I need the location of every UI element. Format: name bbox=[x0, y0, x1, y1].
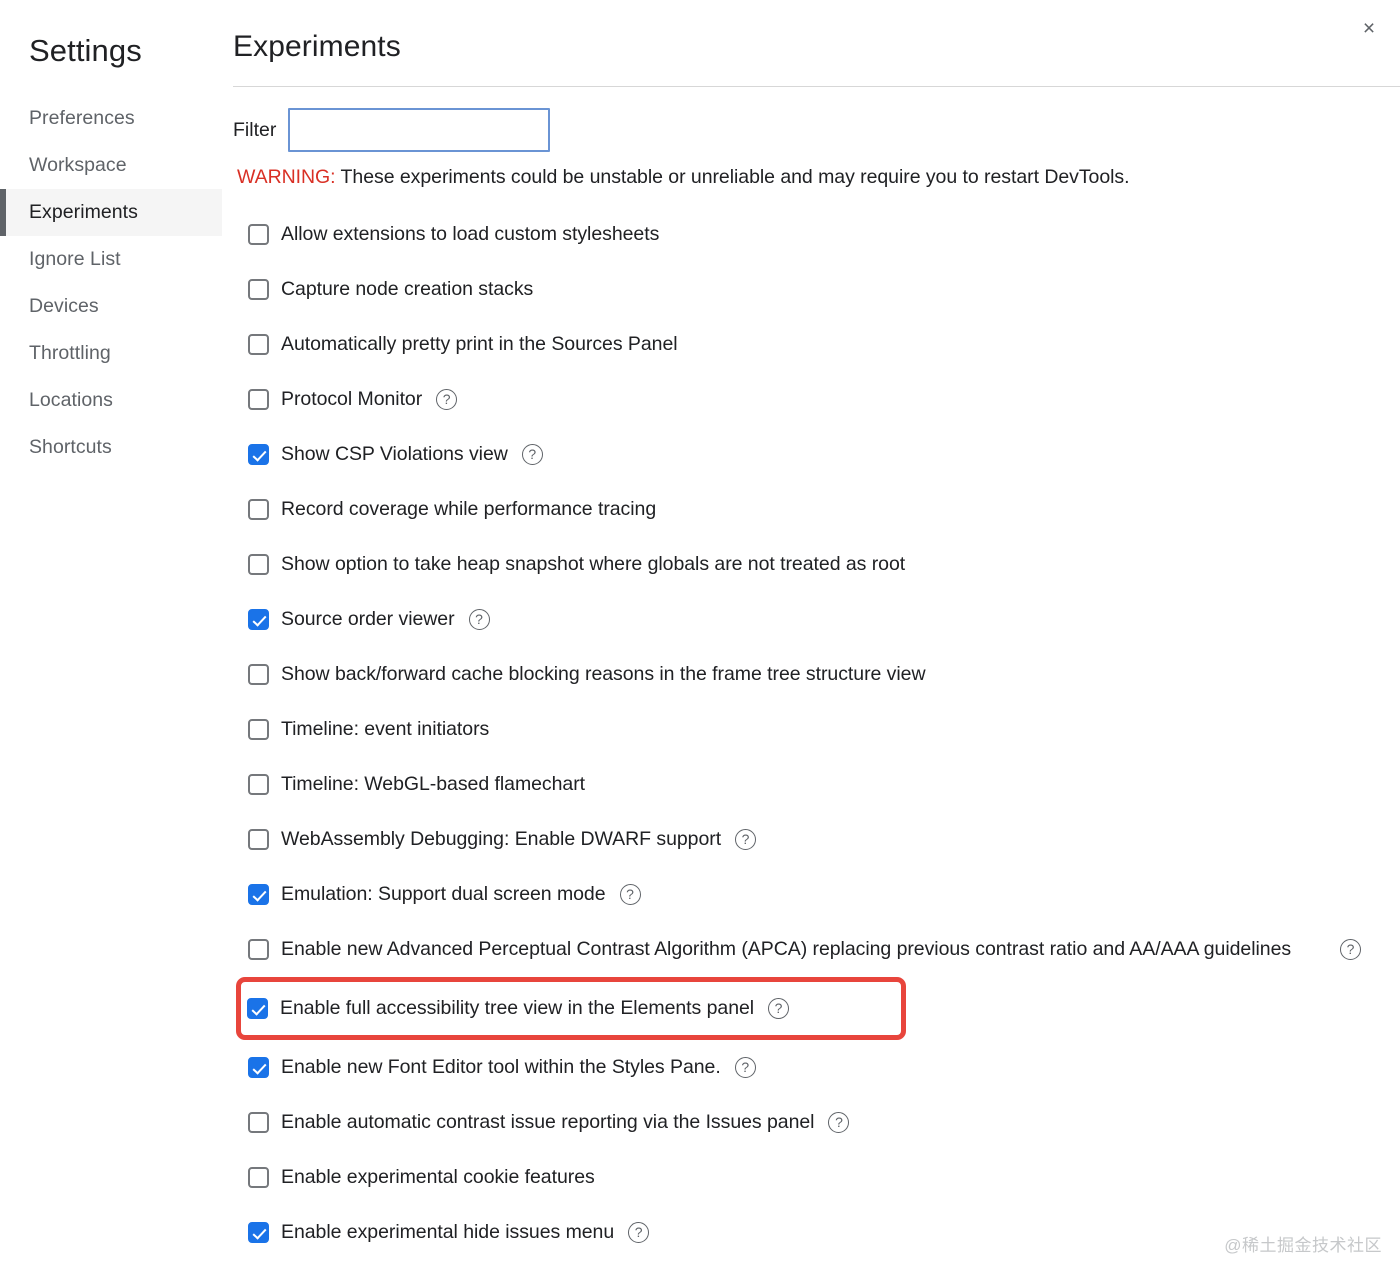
checkbox-unchecked[interactable] bbox=[248, 1112, 269, 1133]
experiment-label: Enable automatic contrast issue reportin… bbox=[281, 1111, 815, 1133]
experiment-row[interactable]: Show back/forward cache blocking reasons… bbox=[237, 647, 1400, 702]
experiment-label: Allow extensions to load custom styleshe… bbox=[281, 223, 660, 245]
experiment-row[interactable]: Enable full accessibility tree view in t… bbox=[236, 977, 906, 1040]
experiment-label: Capture node creation stacks bbox=[281, 278, 534, 300]
sidebar-item-throttling[interactable]: Throttling bbox=[0, 330, 222, 377]
checkbox-unchecked[interactable] bbox=[248, 1167, 269, 1188]
experiment-label: Timeline: WebGL-based flamechart bbox=[281, 773, 586, 795]
warning-label: WARNING: bbox=[237, 166, 336, 188]
sidebar-item-label: Workspace bbox=[29, 154, 127, 176]
experiment-row[interactable]: Enable automatic contrast issue reportin… bbox=[237, 1095, 1400, 1150]
experiment-label: Enable experimental cookie features bbox=[281, 1166, 595, 1188]
settings-sidebar: Settings Preferences Workspace Experiments… bbox=[0, 0, 222, 1280]
sidebar-item-experiments[interactable]: Experiments bbox=[0, 189, 222, 236]
experiment-label: Source order viewer bbox=[281, 608, 455, 630]
sidebar-item-label: Throttling bbox=[29, 342, 111, 364]
checkbox-checked[interactable] bbox=[248, 1057, 269, 1078]
checkbox-unchecked[interactable] bbox=[248, 939, 269, 960]
help-icon[interactable]: ? bbox=[468, 609, 490, 630]
help-icon[interactable]: ? bbox=[521, 444, 543, 465]
sidebar-item-label: Shortcuts bbox=[29, 436, 112, 458]
experiment-row[interactable]: Source order viewer? bbox=[237, 592, 1400, 647]
sidebar-item-label: Devices bbox=[29, 295, 99, 317]
sidebar-item-label: Ignore List bbox=[29, 248, 121, 270]
help-icon[interactable]: ? bbox=[768, 998, 790, 1019]
filter-row: Filter bbox=[233, 108, 1400, 152]
help-icon[interactable]: ? bbox=[1340, 939, 1361, 960]
experiment-label: Show CSP Violations view bbox=[281, 443, 508, 465]
checkbox-unchecked[interactable] bbox=[248, 774, 269, 795]
checkbox-checked[interactable] bbox=[248, 609, 269, 630]
sidebar-item-label: Locations bbox=[29, 389, 113, 411]
experiment-label: Timeline: event initiators bbox=[281, 718, 490, 740]
settings-dialog: × Settings Preferences Workspace Experimen… bbox=[0, 0, 1400, 1280]
sidebar-item-devices[interactable]: Devices bbox=[0, 283, 222, 330]
checkbox-unchecked[interactable] bbox=[248, 389, 269, 410]
main-title: Experiments bbox=[233, 30, 401, 63]
warning-text: WARNING: These experiments could be unst… bbox=[237, 166, 1400, 189]
help-icon[interactable]: ? bbox=[436, 389, 458, 410]
checkbox-unchecked[interactable] bbox=[248, 719, 269, 740]
experiment-label: Enable experimental hide issues menu bbox=[281, 1221, 615, 1243]
sidebar-item-label: Experiments bbox=[29, 201, 138, 223]
experiment-row[interactable]: Timeline: event initiators bbox=[237, 702, 1400, 757]
checkbox-unchecked[interactable] bbox=[248, 829, 269, 850]
experiment-label: Automatically pretty print in the Source… bbox=[281, 333, 678, 355]
header-divider bbox=[233, 86, 1400, 87]
experiment-label: Enable new Advanced Perceptual Contrast … bbox=[281, 938, 1292, 960]
sidebar-item-workspace[interactable]: Workspace bbox=[0, 142, 222, 189]
help-icon[interactable]: ? bbox=[734, 1057, 756, 1078]
experiment-label: Enable full accessibility tree view in t… bbox=[280, 997, 755, 1019]
experiment-row[interactable]: Enable new Font Editor tool within the S… bbox=[237, 1040, 1400, 1095]
sidebar-item-ignore-list[interactable]: Ignore List bbox=[0, 236, 222, 283]
warning-body: These experiments could be unstable or u… bbox=[335, 166, 1130, 188]
experiment-label: Protocol Monitor bbox=[281, 388, 423, 410]
sidebar-item-shortcuts[interactable]: Shortcuts bbox=[0, 424, 222, 471]
filter-label: Filter bbox=[233, 118, 277, 141]
sidebar-item-label: Preferences bbox=[29, 107, 135, 129]
experiment-row[interactable]: Automatically pretty print in the Source… bbox=[237, 317, 1400, 372]
experiment-row[interactable]: Enable new Advanced Perceptual Contrast … bbox=[237, 922, 1400, 977]
experiment-label: Show back/forward cache blocking reasons… bbox=[281, 663, 926, 685]
checkbox-unchecked[interactable] bbox=[248, 334, 269, 355]
settings-main-panel: Experiments Filter WARNING: These experi… bbox=[222, 0, 1400, 1280]
experiment-label: Show option to take heap snapshot where … bbox=[281, 553, 906, 575]
checkbox-checked[interactable] bbox=[248, 1222, 269, 1243]
help-icon[interactable]: ? bbox=[619, 884, 641, 905]
experiment-label: WebAssembly Debugging: Enable DWARF supp… bbox=[281, 828, 722, 850]
sidebar-nav: Preferences Workspace Experiments Ignore Li… bbox=[0, 95, 222, 471]
checkbox-unchecked[interactable] bbox=[248, 224, 269, 245]
experiment-row[interactable]: Show CSP Violations view? bbox=[237, 427, 1400, 482]
filter-input[interactable] bbox=[288, 108, 551, 152]
experiment-row[interactable]: Protocol Monitor? bbox=[237, 372, 1400, 427]
help-icon[interactable]: ? bbox=[828, 1112, 850, 1133]
sidebar-item-preferences[interactable]: Preferences bbox=[0, 95, 222, 142]
page-title: Settings bbox=[29, 33, 142, 68]
experiment-row[interactable]: Emulation: Support dual screen mode? bbox=[237, 867, 1400, 922]
experiment-label: Enable new Font Editor tool within the S… bbox=[281, 1056, 721, 1078]
checkbox-checked[interactable] bbox=[248, 444, 269, 465]
experiment-label: Emulation: Support dual screen mode bbox=[281, 883, 606, 905]
experiment-row[interactable]: Record coverage while performance tracin… bbox=[237, 482, 1400, 537]
experiment-row[interactable]: Timeline: WebGL-based flamechart bbox=[237, 757, 1400, 812]
checkbox-unchecked[interactable] bbox=[248, 499, 269, 520]
checkbox-checked[interactable] bbox=[248, 884, 269, 905]
checkbox-unchecked[interactable] bbox=[248, 664, 269, 685]
checkbox-checked[interactable] bbox=[247, 998, 268, 1019]
experiment-row[interactable]: Capture node creation stacks bbox=[237, 262, 1400, 317]
experiments-list: Allow extensions to load custom styleshe… bbox=[236, 207, 1400, 1260]
checkbox-unchecked[interactable] bbox=[248, 279, 269, 300]
experiment-label: Record coverage while performance tracin… bbox=[281, 498, 657, 520]
experiment-row[interactable]: Allow extensions to load custom styleshe… bbox=[237, 207, 1400, 262]
checkbox-unchecked[interactable] bbox=[248, 554, 269, 575]
experiment-row[interactable]: Show option to take heap snapshot where … bbox=[237, 537, 1400, 592]
watermark: @稀土掘金技术社区 bbox=[1224, 1236, 1382, 1255]
experiment-row[interactable]: Enable experimental cookie features bbox=[237, 1150, 1400, 1205]
experiment-row[interactable]: WebAssembly Debugging: Enable DWARF supp… bbox=[237, 812, 1400, 867]
help-icon[interactable]: ? bbox=[628, 1222, 650, 1243]
sidebar-item-locations[interactable]: Locations bbox=[0, 377, 222, 424]
help-icon[interactable]: ? bbox=[735, 829, 757, 850]
